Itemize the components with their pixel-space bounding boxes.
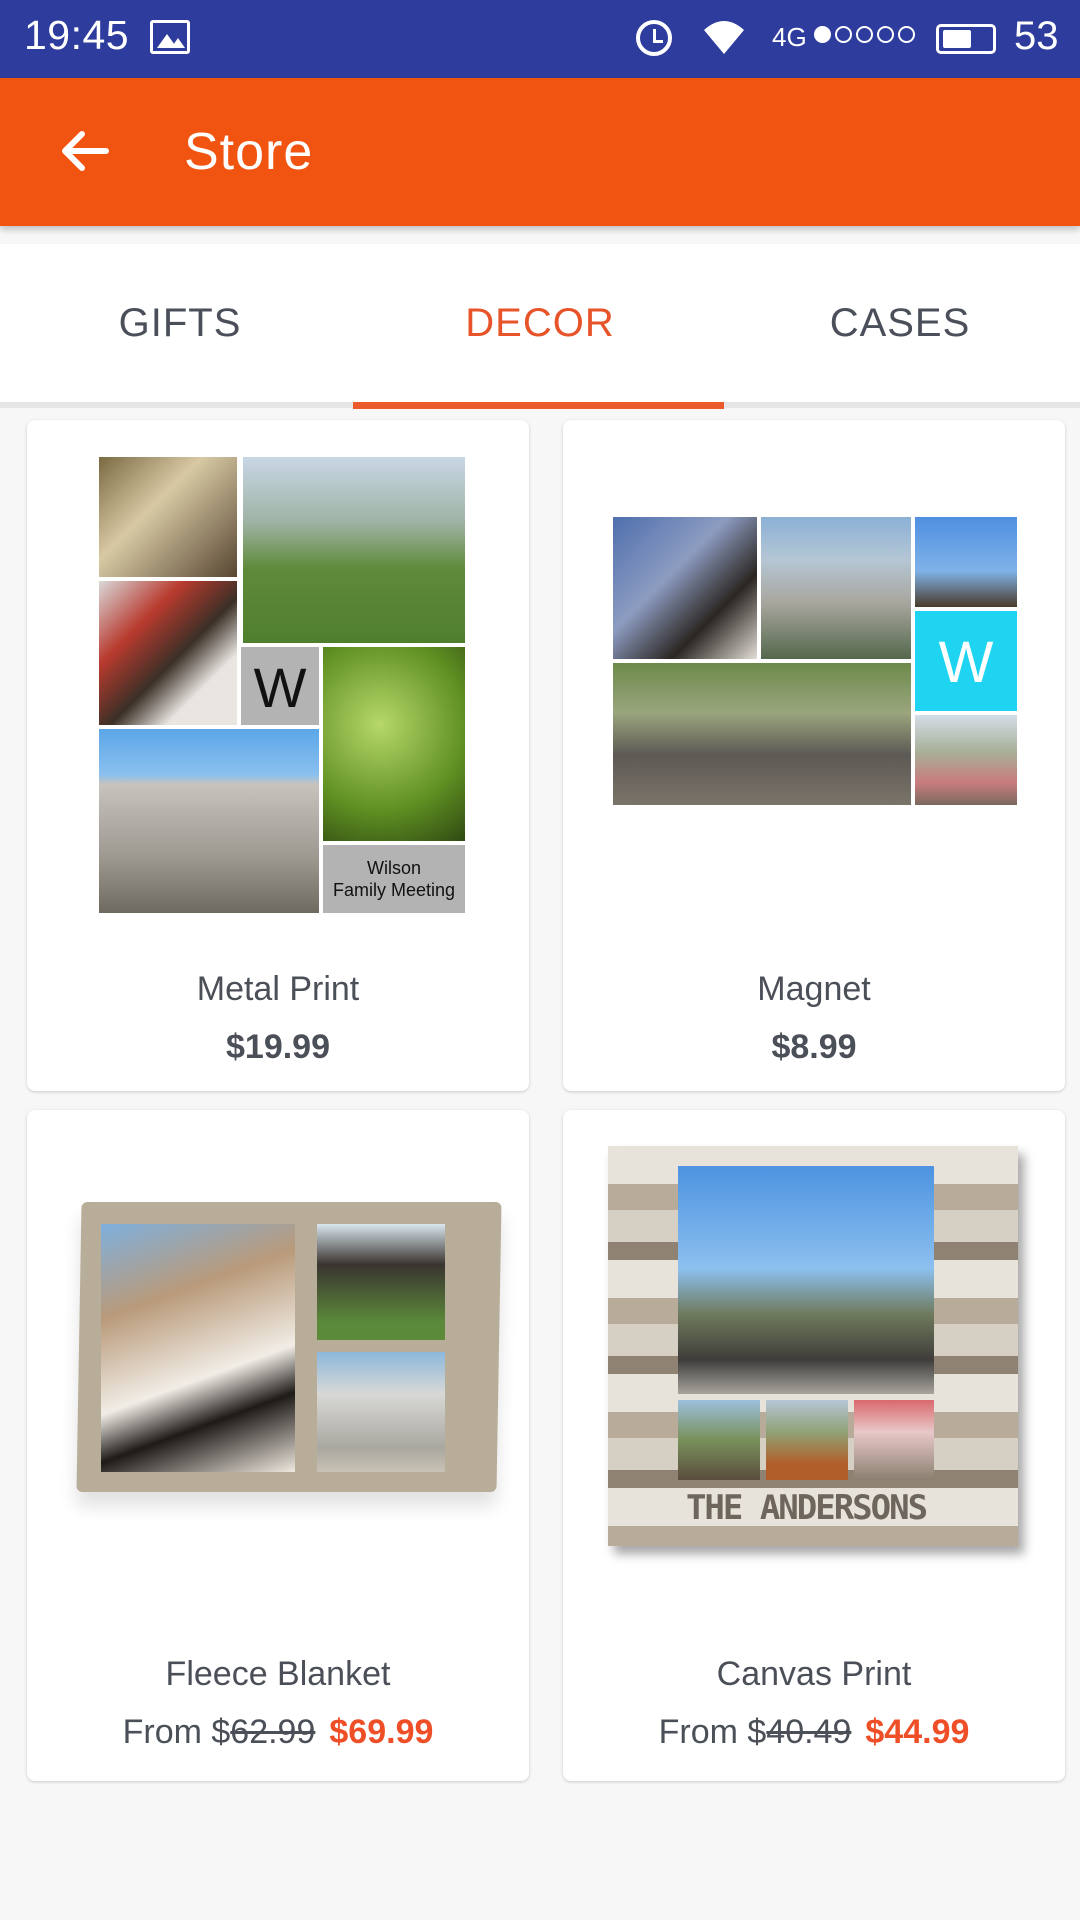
product-image: W <box>611 515 1021 807</box>
status-time: 19:45 <box>24 12 130 58</box>
photo-tile-letter: W <box>938 630 994 695</box>
product-image <box>76 1202 502 1514</box>
old-price: 40.49 <box>766 1713 852 1751</box>
sale-price: $69.99 <box>329 1713 434 1751</box>
battery-icon <box>936 24 996 54</box>
tab-cases[interactable]: CASES <box>720 244 1080 402</box>
product-price: From $40.49 $44.99 <box>563 1713 1065 1752</box>
product-card-canvas-print[interactable]: THE ANDERSONS Canvas Print From $40.49 $4… <box>563 1110 1065 1781</box>
price-prefix: From $ <box>658 1713 767 1751</box>
tab-gifts[interactable]: GIFTS <box>0 244 360 402</box>
wifi-icon <box>704 21 744 54</box>
product-name: Canvas Print <box>716 1655 912 1693</box>
product-price: From $62.99 $69.99 <box>27 1713 529 1752</box>
signal-icon <box>814 26 915 43</box>
photo-tile-caption: Wilson Family Meeting <box>332 858 456 900</box>
tab-indicator <box>353 402 724 409</box>
price-prefix: From $ <box>122 1713 231 1751</box>
old-price: 62.99 <box>230 1713 316 1751</box>
product-name: Magnet <box>757 970 871 1008</box>
tab-bar: GIFTS DECOR CASES <box>0 244 1080 408</box>
battery-level: 53 <box>1014 14 1059 58</box>
product-image: THE ANDERSONS <box>608 1146 1024 1556</box>
arrow-left-icon[interactable] <box>56 122 114 180</box>
product-price: $8.99 <box>771 1028 857 1066</box>
gallery-icon <box>150 20 190 54</box>
product-card-magnet[interactable]: W Magnet $8.99 <box>563 420 1065 1091</box>
status-bar: 19:45 4G 53 <box>0 0 1080 78</box>
page-title: Store <box>184 123 314 181</box>
product-card-metal-print[interactable]: W Wilson Family Meeting Metal Print $19.… <box>27 420 529 1091</box>
alarm-icon <box>636 20 672 56</box>
sale-price: $44.99 <box>865 1713 970 1751</box>
product-card-fleece-blanket[interactable]: Fleece Blanket From $62.99 $69.99 <box>27 1110 529 1781</box>
product-name: Fleece Blanket <box>165 1655 391 1693</box>
photo-tile-letter: W <box>253 656 307 719</box>
product-price: $19.99 <box>226 1028 330 1066</box>
canvas-caption: THE ANDERSONS <box>685 1488 928 1528</box>
network-type: 4G <box>772 22 807 52</box>
app-bar: Store <box>0 78 1080 226</box>
product-name: Metal Print <box>196 970 360 1008</box>
product-image: W Wilson Family Meeting <box>97 455 467 915</box>
tab-decor[interactable]: DECOR <box>360 244 720 402</box>
